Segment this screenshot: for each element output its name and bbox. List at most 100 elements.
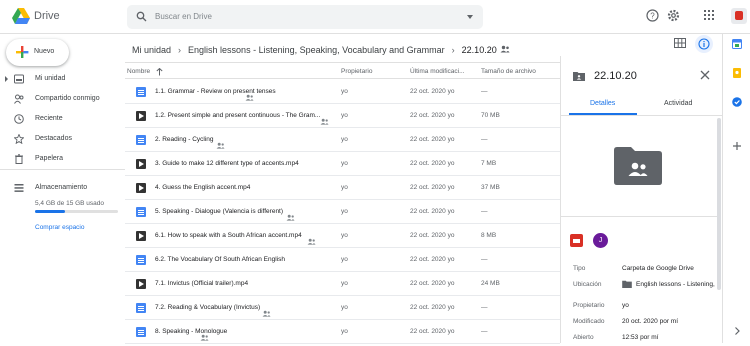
breadcrumb-item[interactable]: Mi unidad <box>132 45 171 55</box>
settings-gear-icon[interactable] <box>667 9 680 22</box>
shared-folder-icon[interactable] <box>500 45 510 53</box>
apps-grid-icon[interactable] <box>703 9 715 21</box>
video-file-icon <box>136 159 146 169</box>
owner-avatar[interactable] <box>570 234 583 247</box>
grid-view-icon[interactable] <box>674 38 686 48</box>
table-header: Nombre Propietario Última modificaci... … <box>125 62 560 79</box>
sidebar-item-label: Compartido conmigo <box>35 95 100 102</box>
sidebar-item-recent[interactable]: Reciente <box>0 110 125 128</box>
new-button[interactable]: Nuevo <box>6 39 69 66</box>
details-panel: 22.10.20 Detalles Actividad J Tipo Carpe… <box>560 56 723 343</box>
details-tabs: Detalles Actividad <box>561 92 723 116</box>
prop-value-location[interactable]: English lessons - Listening, <box>636 281 715 288</box>
table-row[interactable]: 1.2. Present simple and present continuo… <box>125 104 560 128</box>
tasks-icon[interactable] <box>732 97 742 107</box>
sidebar-item-trash[interactable]: Papelera <box>0 150 125 168</box>
file-size: — <box>481 208 488 215</box>
prop-label-opened: Abierto <box>573 334 594 341</box>
file-size: 70 MB <box>481 112 500 119</box>
shared-icon <box>200 328 209 346</box>
table-row[interactable]: 6.1. How to speak with a South African a… <box>125 224 560 248</box>
file-name: 2. Reading - Cycling <box>155 136 214 143</box>
file-owner: yo <box>341 88 348 95</box>
tab-details[interactable]: Detalles <box>590 100 615 107</box>
app-name[interactable]: Drive <box>34 10 60 22</box>
shared-folder-icon <box>622 280 632 288</box>
sidebar-item-my-drive[interactable]: Mi unidad <box>0 70 125 88</box>
drive-logo-icon[interactable] <box>12 8 30 24</box>
storage-used-text: 5,4 GB de 15 GB usado <box>35 200 105 207</box>
details-toggle-button[interactable] <box>695 35 713 53</box>
prop-value-type: Carpeta de Google Drive <box>622 265 694 272</box>
column-header-name[interactable]: Nombre <box>127 68 150 75</box>
buy-storage-link[interactable]: Comprar espacio <box>35 224 85 231</box>
file-modified: 22 oct. 2020 yo <box>410 160 455 167</box>
file-name: 1.1. Grammar - Review on present tenses <box>155 88 276 95</box>
file-modified: 22 oct. 2020 yo <box>410 328 455 335</box>
sidebar-item-starred[interactable]: Destacados <box>0 130 125 148</box>
file-name: 6.2. The Vocabulary Of South African Eng… <box>155 256 285 263</box>
storage-icon <box>14 184 24 192</box>
my-drive-icon <box>14 74 24 84</box>
column-header-size[interactable]: Tamaño de archivo <box>481 68 536 75</box>
video-file-icon <box>136 231 146 241</box>
expand-arrow-icon[interactable] <box>5 76 8 82</box>
file-modified: 22 oct. 2020 yo <box>410 136 455 143</box>
table-row[interactable]: 1.1. Grammar - Review on present tenses y… <box>125 80 560 104</box>
top-bar: Drive Buscar en Drive ? <box>0 0 750 34</box>
file-owner: yo <box>341 256 348 263</box>
add-addon-icon[interactable] <box>732 141 742 151</box>
table-row[interactable]: 3. Guide to make 12 different type of ac… <box>125 152 560 176</box>
prop-label-type: Tipo <box>573 265 586 272</box>
file-size: — <box>481 88 488 95</box>
search-icon[interactable] <box>136 11 147 22</box>
column-header-owner[interactable]: Propietario <box>341 68 372 75</box>
details-title: 22.10.20 <box>594 70 637 82</box>
file-owner: yo <box>341 208 348 215</box>
prop-value-owner: yo <box>622 302 629 309</box>
table-row[interactable]: 6.2. The Vocabulary Of South African Eng… <box>125 248 560 272</box>
file-modified: 22 oct. 2020 yo <box>410 256 455 263</box>
file-size: — <box>481 256 488 263</box>
sidebar-item-label: Reciente <box>35 115 63 122</box>
chevron-right-icon: › <box>178 45 182 55</box>
file-modified: 22 oct. 2020 yo <box>410 208 455 215</box>
sort-arrow-up-icon[interactable] <box>156 68 163 76</box>
breadcrumb-item[interactable]: English lessons - Listening, Speaking, V… <box>188 45 445 55</box>
help-icon[interactable]: ? <box>646 9 659 22</box>
chevron-right-icon[interactable] <box>732 326 742 336</box>
column-header-modified[interactable]: Última modificaci... <box>410 68 465 75</box>
table-row[interactable]: 8. Speaking - Monologue yo 22 oct. 2020 yo… <box>125 320 560 344</box>
keep-icon[interactable] <box>732 68 742 78</box>
clock-icon <box>14 114 24 124</box>
file-size: 37 MB <box>481 184 500 191</box>
info-icon <box>698 38 710 50</box>
close-icon[interactable] <box>700 70 710 80</box>
file-name: 4. Guess the English accent.mp4 <box>155 184 251 191</box>
file-name: 7.1. Invictus (Official trailer).mp4 <box>155 280 249 287</box>
chevron-right-icon: › <box>451 45 455 55</box>
table-row[interactable]: 7.1. Invictus (Official trailer).mp4 yo 22… <box>125 272 560 296</box>
search-options-icon[interactable] <box>467 15 473 19</box>
tab-activity[interactable]: Actividad <box>664 100 692 107</box>
file-owner: yo <box>341 232 348 239</box>
prop-value-opened: 12:53 por mí <box>622 334 659 341</box>
file-owner: yo <box>341 280 348 287</box>
search-input[interactable]: Buscar en Drive <box>155 12 212 21</box>
file-size: 7 MB <box>481 160 497 167</box>
table-row[interactable]: 7.2. Reading & Vocabulary (Invictus) yo 22… <box>125 296 560 320</box>
sidebar-item-shared[interactable]: Compartido conmigo <box>0 90 125 108</box>
table-row[interactable]: 2. Reading - Cycling yo 22 oct. 2020 yo — <box>125 128 560 152</box>
shared-folder-large-icon <box>614 147 662 185</box>
breadcrumb-current[interactable]: 22.10.20 <box>462 45 497 55</box>
file-owner: yo <box>341 160 348 167</box>
user-avatar[interactable]: J <box>593 233 608 248</box>
sidebar: Nuevo Mi unidad Compartido conmigo Recie… <box>0 34 125 343</box>
calendar-icon[interactable] <box>732 39 742 49</box>
account-avatar[interactable] <box>731 8 747 24</box>
scrollbar[interactable] <box>717 118 721 290</box>
table-row[interactable]: 5. Speaking - Dialogue (Valencia is diff… <box>125 200 560 224</box>
sidebar-item-storage[interactable]: Almacenamiento <box>0 179 125 197</box>
table-row[interactable]: 4. Guess the English accent.mp4 yo 22 oct.… <box>125 176 560 200</box>
search-box[interactable]: Buscar en Drive <box>127 5 483 29</box>
